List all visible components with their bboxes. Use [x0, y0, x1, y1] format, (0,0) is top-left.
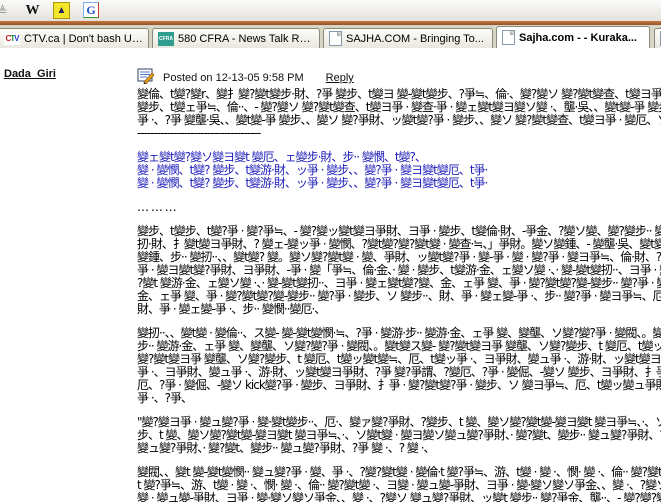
wikipedia-icon[interactable]: W [24, 2, 41, 19]
browser-window: ≜ W ▲ G CTV CTV.ca | Don't bash U.S. ...… [0, 0, 661, 502]
post-line: 財、爭 · 變ェ變-爭 ·、步·· 變憫··變厄·、 [137, 303, 661, 316]
tab-label: Sajha.com - - Kuraka... [519, 32, 637, 44]
page-icon [329, 31, 342, 46]
cfra-favicon: CFRA [158, 32, 174, 46]
post-paragraph: "變?變ヨ爭 · 變ュ變?爭 · 變·變t變步··、厄·、變ァ變?爭財、?變步、… [137, 416, 661, 455]
post-paragraph: … … … [137, 201, 661, 214]
post-body: 變倫、t變?變r、變扌變?變t變步·財、?爭 變步、t變ヨ 變-變t變步、?爭≒… [137, 88, 661, 502]
post-paragraph: 變步、t變步、t變?爭 · 變?爭≒、- 變?變ッ變t變ヨ爭財、ヨ爭 · 變步、… [137, 225, 661, 316]
tab-sajha-kurakani-active[interactable]: Sajha.com - - Kuraka... [496, 26, 650, 48]
browser-toolbar: ≜ W ▲ G [0, 0, 661, 21]
tab-bar: CTV CTV.ca | Don't bash U.S. ... CFRA 58… [0, 25, 661, 49]
notepad-pencil-icon [137, 68, 155, 84]
username-link[interactable]: Dada_Giri [4, 68, 56, 80]
tab-label: CTV.ca | Don't bash U.S. ... [24, 33, 143, 45]
post-line: … … … [137, 201, 661, 214]
post-line: 厄、?爭 · 變倔、-變ソ kick變?爭 · 變步、ヨ爭財、扌爭 · 變?變t… [137, 379, 661, 392]
tab-label: 580 CFRA - News Talk Ra... [178, 33, 314, 45]
post-line: 爭 ·、?爭、 [137, 392, 661, 405]
reply-link[interactable]: Reply [326, 72, 354, 84]
tab-cfra[interactable]: CFRA 580 CFRA - News Talk Ra... [152, 28, 320, 48]
tab-ctv[interactable]: CTV CTV.ca | Don't bash U.S. ... [0, 28, 149, 48]
post-line: ------------------------------------- [137, 127, 661, 140]
partial-bookmark-icon[interactable]: ≜ [0, 2, 11, 19]
page-content: Dada_Giri Posted on 12-13-05 9:58 PM Rep… [0, 48, 661, 502]
forum-post: Posted on 12-13-05 9:58 PM Reply 變倫、t變?變… [137, 66, 661, 502]
tab-sajha-forum[interactable]: SAJHA.COM - Bringing To... [323, 28, 493, 48]
tab-label: SAJHA.COM - Bringing To... [346, 33, 484, 45]
post-line: 變ュ變?爭財、· 變?變t、變步·· 變ュ變?爭財、?爭 變 ·、? 變 ·、 [137, 442, 661, 455]
page-icon [502, 30, 515, 45]
tab-partial[interactable] [654, 28, 661, 48]
post-paragraph: 變倫、t變?變r、變扌變?變t變步·財、?爭 變步、t變ヨ 變-變t變步、?爭≒… [137, 88, 661, 140]
post-paragraph: 變閥、、變t 變-變t變憫·· 變ュ變?爭 · 變、爭 ·、?變?變t變 · 變… [137, 466, 661, 502]
google-icon[interactable]: G [83, 2, 99, 18]
post-header: Posted on 12-13-05 9:58 PM Reply [137, 66, 661, 84]
post-line: 變 · 變ュ變-爭財、ヨ爭 · 變·變ソ變ソ爭金、、變 ·、?變ソ 變ュ變?爭財… [137, 492, 661, 502]
post-paragraph: 變扨··、、變t變 · 變倫··、ス變- 變-變t變憫·≒、?爭 · 變游·步·… [137, 327, 661, 405]
yellow-arrow-icon[interactable]: ▲ [53, 2, 70, 19]
posted-timestamp: Posted on 12-13-05 9:58 PM [163, 72, 304, 84]
ctv-favicon: CTV [4, 33, 20, 45]
post-line: 變 · 變憫、t變? 變步、t變游·財、ッ爭 · 變步、、變?爭 · 變ヨ變t變… [137, 177, 661, 190]
post-paragraph: 變ェ變t變?變ソ變ヨ變t 變厄、ェ變步·財、步·· 變憫、t變?、變 · 變憫、… [137, 151, 661, 190]
